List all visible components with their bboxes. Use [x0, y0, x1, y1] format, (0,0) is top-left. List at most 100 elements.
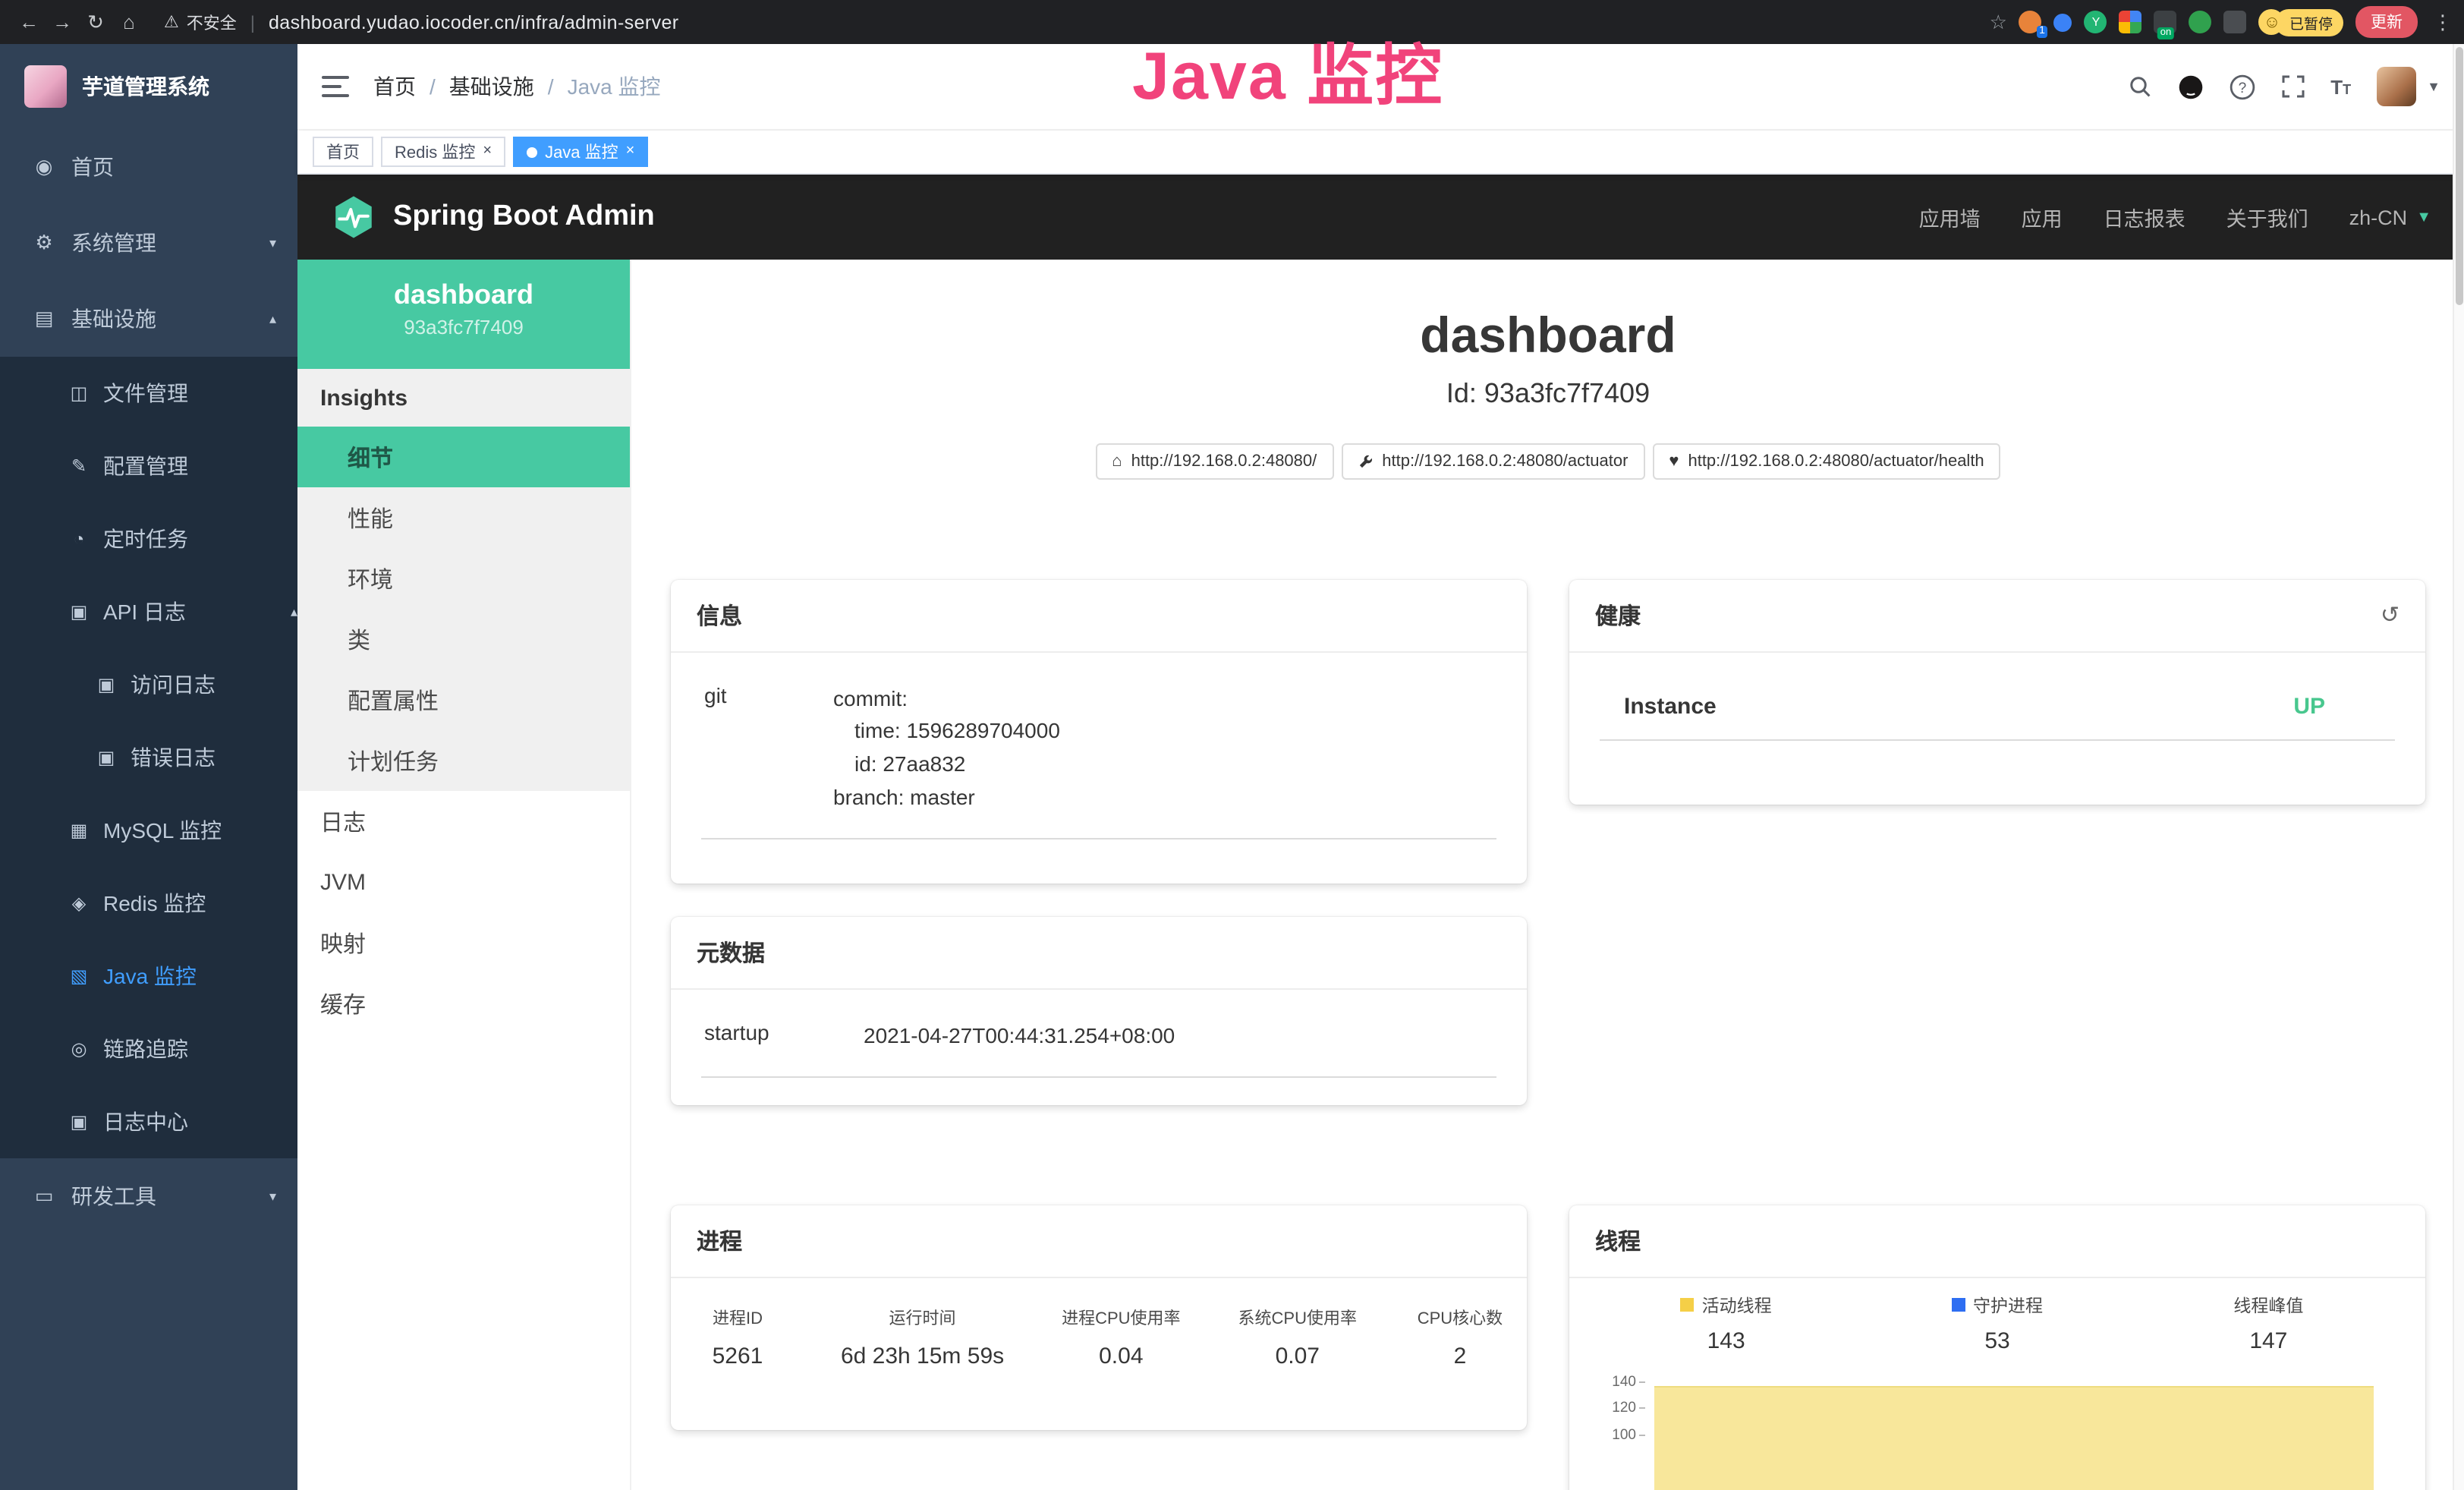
sidebar-item-java-monitor[interactable]: ▧Java 监控: [0, 940, 297, 1013]
sidebar-item-scheduled-jobs[interactable]: ◔定时任务: [0, 502, 297, 575]
threads-card-body: 活动线程 143 守护进程 53: [1569, 1277, 2425, 1490]
header-actions: ? TT ▼: [2127, 67, 2440, 106]
address-bar[interactable]: ⚠ 不安全 | dashboard.yudao.iocoder.cn/infra…: [164, 10, 679, 34]
sidebar-item-infrastructure[interactable]: ▤ 基础设施 ▴: [0, 281, 297, 357]
sidebar-item-redis-monitor[interactable]: ◈Redis 监控: [0, 867, 297, 940]
sidebar-item-trace[interactable]: ◎链路追踪: [0, 1013, 297, 1085]
back-icon[interactable]: ←: [12, 11, 46, 33]
sba-item-environment[interactable]: 环境: [297, 548, 630, 609]
infrastructure-icon: ▤: [30, 307, 58, 331]
legend-peak-threads: 线程峰值 147: [2133, 1293, 2404, 1353]
close-icon[interactable]: ×: [483, 144, 492, 159]
info-card-body: git commit: time: 1596289704000 id: 27aa…: [671, 652, 1527, 877]
sba-item-performance[interactable]: 性能: [297, 487, 630, 548]
forward-icon[interactable]: →: [46, 11, 79, 33]
legend-daemon-threads: 守护进程 53: [1861, 1293, 2132, 1353]
sba-item-jvm[interactable]: JVM: [297, 852, 630, 912]
health-instance-label: Instance: [1624, 693, 1717, 719]
address-divider: |: [250, 11, 255, 33]
search-icon[interactable]: [2127, 74, 2151, 99]
scrollbar-thumb[interactable]: [2456, 47, 2463, 305]
insights-label: Insights: [297, 369, 630, 427]
sidebar-item-access-log[interactable]: ▣访问日志: [0, 648, 297, 721]
process-col-system-cpu: 系统CPU使用率 0.07: [1238, 1305, 1357, 1369]
sba-item-classes[interactable]: 类: [297, 609, 630, 669]
sba-item-scheduled[interactable]: 计划任务: [297, 730, 630, 791]
tab-home[interactable]: 首页: [313, 137, 373, 167]
access-log-icon: ▣: [94, 674, 118, 695]
heart-icon: ♥: [1669, 452, 1679, 470]
history-icon[interactable]: ↺: [2381, 601, 2399, 628]
github-icon[interactable]: [2177, 74, 2203, 99]
admin-sidebar: 芋道管理系统 ◉ 首页 ⚙ 系统管理 ▾ ▤ 基础设施 ▴ ◫文件管理 ✎配置管…: [0, 44, 297, 1490]
tab-java-monitor[interactable]: Java 监控×: [513, 137, 648, 167]
browser-home-icon[interactable]: ⌂: [112, 11, 146, 33]
metadata-row-startup: startup 2021-04-27T00:44:31.254+08:00: [701, 1004, 1496, 1078]
extension-icon-grid[interactable]: [2119, 11, 2142, 33]
extension-icon-switch[interactable]: on: [2154, 11, 2177, 33]
sidebar-item-file-manage[interactable]: ◫文件管理: [0, 357, 297, 430]
security-label[interactable]: 不安全: [187, 10, 237, 34]
process-card-header: 进程: [671, 1205, 1527, 1277]
sba-item-config-props[interactable]: 配置属性: [297, 669, 630, 730]
sidebar-item-home[interactable]: ◉ 首页: [0, 129, 297, 205]
chrome-update-button[interactable]: 更新: [2355, 6, 2418, 38]
profile-sync-paused[interactable]: ☺ 已暂停: [2259, 8, 2343, 36]
sba-item-caches[interactable]: 缓存: [297, 973, 630, 1034]
sidebar-item-devtools[interactable]: ▭ 研发工具 ▾: [0, 1158, 297, 1234]
language-select[interactable]: zh-CN▼: [2349, 206, 2431, 228]
sidebar-item-error-log[interactable]: ▣错误日志: [0, 721, 297, 794]
app-window: 芋道管理系统 ◉ 首页 ⚙ 系统管理 ▾ ▤ 基础设施 ▴ ◫文件管理 ✎配置管…: [0, 44, 2464, 1490]
extension-icon-leaf[interactable]: [2189, 11, 2212, 33]
process-card: 进程 进程ID 5261 运行时间 6d 23h 15m 5: [671, 1205, 1527, 1429]
extension-icon-pin[interactable]: [2054, 13, 2072, 31]
sidebar-item-config-manage[interactable]: ✎配置管理: [0, 430, 297, 502]
nav-journal[interactable]: 日志报表: [2104, 202, 2186, 232]
service-url-link[interactable]: ⌂ http://192.168.0.2:48080/: [1095, 443, 1333, 479]
extension-on-badge: on: [2157, 27, 2174, 39]
actuator-url-link[interactable]: http://192.168.0.2:48080/actuator: [1341, 443, 1644, 479]
sba-item-mappings[interactable]: 映射: [297, 912, 630, 973]
font-size-icon[interactable]: TT: [2330, 75, 2351, 98]
process-card-body: 进程ID 5261 运行时间 6d 23h 15m 59s: [671, 1277, 1527, 1405]
extension-icon-puzzle[interactable]: [2224, 11, 2247, 33]
avatar[interactable]: [2377, 67, 2416, 106]
sidebar-item-api-log[interactable]: ▣API 日志▴: [0, 575, 297, 648]
instance-links: ⌂ http://192.168.0.2:48080/ http://192.1…: [631, 443, 2464, 479]
scrollbar[interactable]: [2453, 44, 2464, 1490]
extension-icon-orange[interactable]: 1: [2019, 11, 2042, 33]
bookmark-star-icon[interactable]: ☆: [1990, 10, 2007, 34]
process-col-cpu-cores: CPU核心数 2: [1415, 1305, 1506, 1369]
fullscreen-icon[interactable]: [2280, 74, 2305, 99]
refresh-icon[interactable]: ↻: [79, 10, 112, 34]
metadata-key: startup: [704, 1019, 864, 1052]
health-row-instance[interactable]: Instance UP: [1600, 676, 2395, 740]
chevron-down-icon: ▾: [269, 1188, 276, 1205]
breadcrumb-current: Java 监控: [568, 71, 661, 102]
threads-legend: 活动线程 143 守护进程 53: [1591, 1293, 2404, 1353]
help-icon[interactable]: ?: [2229, 74, 2255, 99]
sidebar-item-mysql-monitor[interactable]: ▦MySQL 监控: [0, 794, 297, 867]
sidebar-item-log-center[interactable]: ▣日志中心: [0, 1085, 297, 1158]
extension-icon-green[interactable]: Y: [2085, 11, 2107, 33]
breadcrumb-infra[interactable]: 基础设施: [449, 71, 534, 102]
spring-boot-admin: Spring Boot Admin 应用墙 应用 日志报表 关于我们 zh-CN…: [297, 175, 2464, 1490]
nav-applications[interactable]: 应用: [2022, 202, 2063, 232]
tab-redis-monitor[interactable]: Redis 监控×: [381, 137, 505, 167]
breadcrumb-home[interactable]: 首页: [373, 71, 416, 102]
sidebar-item-system[interactable]: ⚙ 系统管理 ▾: [0, 205, 297, 281]
url-text[interactable]: dashboard.yudao.iocoder.cn/infra/admin-s…: [269, 11, 679, 33]
close-icon[interactable]: ×: [626, 144, 635, 159]
instance-header[interactable]: dashboard 93a3fc7f7409: [297, 260, 630, 369]
insights-section: Insights 细节 性能 环境 类 配置属性 计划任务: [297, 369, 630, 791]
chrome-menu-icon[interactable]: ⋮: [2433, 10, 2453, 34]
health-url-link[interactable]: ♥ http://192.168.0.2:48080/actuator/heal…: [1652, 443, 2000, 479]
admin-brand[interactable]: 芋道管理系统: [0, 44, 297, 129]
sba-item-details[interactable]: 细节: [297, 427, 630, 487]
sba-item-logs[interactable]: 日志: [297, 791, 630, 852]
sba-brand[interactable]: Spring Boot Admin: [331, 194, 655, 240]
nav-about[interactable]: 关于我们: [2226, 202, 2308, 232]
hamburger-icon[interactable]: [322, 76, 349, 97]
nav-wallboard[interactable]: 应用墙: [1919, 202, 1981, 232]
annotation-text: Java 监控: [1132, 21, 1443, 118]
